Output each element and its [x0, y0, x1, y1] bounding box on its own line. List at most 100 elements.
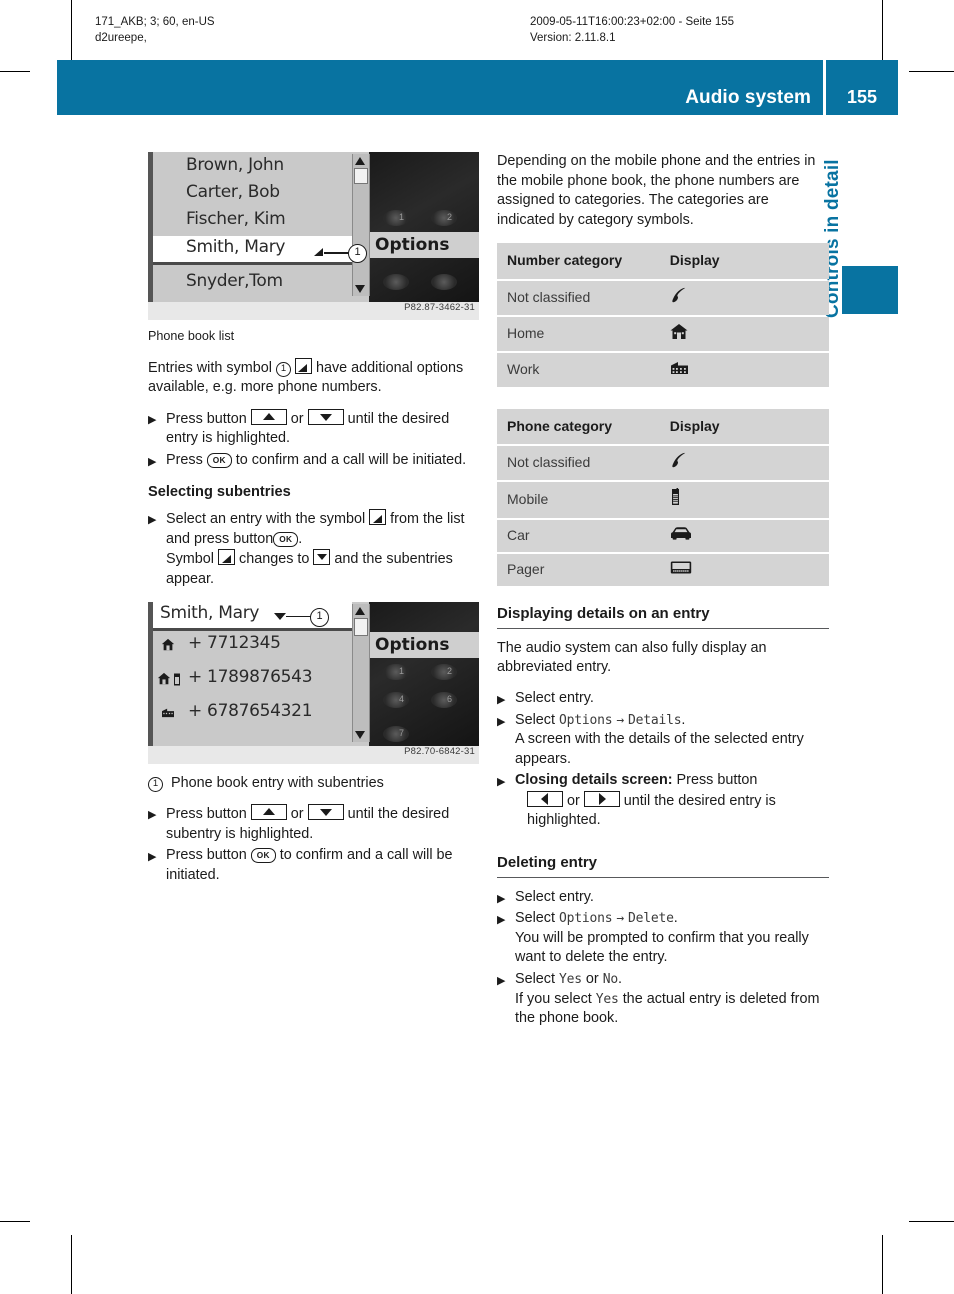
delete-step3-sub-part1: If you select — [515, 990, 592, 1007]
left-intro-paragraph: Entries with symbol 1 have additional op… — [148, 357, 480, 398]
list-item: ▶ Select Yes or No. If you select Yes th… — [497, 970, 829, 1029]
figure2-callout-circle: 1 — [310, 607, 329, 627]
figure1-callout-line — [324, 252, 350, 254]
delete-section-steps: ▶ Select entry. ▶ Select Options → Delet… — [497, 888, 829, 1029]
right-intro-paragraph: Depending on the mobile phone and the en… — [497, 153, 816, 228]
bullet-triangle-icon: ▶ — [148, 514, 157, 527]
up-button-icon — [250, 408, 287, 425]
subentry-step-part1: Select an entry with the symbol — [166, 511, 366, 528]
figure1-row[interactable]: Fischer, Kim — [186, 209, 286, 230]
delete-step2-prefix: Select — [515, 910, 555, 927]
delete-step3-or: or — [585, 971, 599, 988]
figure2-soft-key-num: 7 — [399, 727, 405, 738]
bullet-triangle-icon: ▶ — [497, 776, 506, 789]
figure2-soft-key-num: 6 — [447, 693, 453, 704]
step-text-part2: or — [290, 410, 304, 427]
subentry-step-part3: . — [298, 530, 303, 547]
subentry-sub-part2: changes to — [239, 551, 310, 568]
bullet-triangle-icon: ▶ — [148, 851, 157, 864]
office-building-icon — [670, 362, 688, 375]
handset-icon — [672, 453, 686, 468]
delete-section-heading: Deleting entry — [497, 853, 829, 878]
bullet-triangle-icon: ▶ — [148, 809, 157, 822]
car-icon — [670, 526, 691, 540]
down-button-icon — [307, 408, 344, 425]
scroll-down-arrow-icon[interactable] — [355, 730, 365, 739]
number-category-table: Number category Display Not classified H… — [497, 241, 829, 388]
scrollbar-thumb[interactable] — [354, 168, 368, 184]
page-title: Audio system — [685, 87, 811, 108]
up-button-icon — [250, 804, 287, 821]
left-steps-2: ▶ Press button or until the desired sube… — [148, 804, 480, 885]
scroll-up-arrow-icon[interactable] — [355, 157, 365, 165]
left-column: 1 2 Options Brown, John Carter, Bob Fisc… — [148, 152, 480, 888]
delete-step2-target: Delete — [628, 911, 674, 927]
details-section-steps: ▶ Select entry. ▶ Select Options → Detai… — [497, 689, 829, 831]
figure1-soft-key-dot — [383, 210, 409, 226]
figure1-row[interactable]: Carter, Bob — [186, 182, 280, 203]
right-button-icon — [583, 790, 620, 807]
delete-step3-yes: Yes — [559, 972, 582, 988]
header-band: Audio system — [57, 60, 823, 115]
list-item: ▶ Press button OK to confirm and a call … — [148, 846, 480, 885]
figure2-entry[interactable]: + 6787654321 — [188, 701, 313, 722]
subentry-step-subline: Symbol changes to and the subentries app… — [166, 549, 480, 589]
details-step3-part2: or — [567, 792, 580, 809]
left-subentries-steps: ▶ Select an entry with the symbol from t… — [148, 509, 480, 589]
details-step3-subline: or until the desired entry is highlighte… — [515, 790, 829, 831]
step-text-part2: to confirm and a call will be initiated. — [235, 451, 467, 468]
figure2-entry[interactable]: + 1789876543 — [188, 667, 313, 688]
figure1-row-selected-label[interactable]: Smith, Mary — [186, 237, 285, 258]
figure2-callout-line — [286, 615, 312, 618]
bullet-triangle-icon: ▶ — [497, 715, 506, 728]
figure1-soft-key-dot — [431, 210, 457, 226]
table-cell-label: Pager — [497, 553, 660, 587]
table-header-cell: Display — [659, 243, 829, 279]
details-step3-bold: Closing details screen: — [515, 772, 673, 789]
table-header-cell: Phone category — [497, 408, 660, 445]
figure2-soft-key-dot — [431, 691, 457, 708]
table-row: Not classified — [497, 280, 829, 315]
list-item: ▶ Select Options → Details. A screen wit… — [497, 711, 829, 770]
figure2-scrollbar[interactable] — [352, 603, 370, 742]
ok-button-icon: OK — [273, 531, 299, 547]
list-item: ▶ Select entry. — [497, 689, 829, 709]
figure1-row[interactable]: Snyder,Tom — [186, 271, 283, 292]
figure1-soft-key-dot — [431, 274, 457, 290]
figure1-soft-key-num: 1 — [399, 212, 405, 222]
details-step1: Select entry. — [515, 689, 594, 706]
scrollbar-thumb[interactable] — [354, 617, 368, 636]
table-cell-icon — [659, 481, 829, 518]
details-step2-sub: A screen with the details of the selecte… — [515, 731, 804, 767]
figure2-soft-key-dot — [431, 663, 457, 680]
list-item: ▶ Press OK to confirm and a call will be… — [148, 451, 480, 471]
print-header: 171_AKB; 3; 60, en-US d2ureepe, 2009-05-… — [0, 14, 954, 64]
table-cell-label: Car — [497, 519, 660, 552]
delete-step3-sub-yes: Yes — [595, 991, 619, 1007]
down-button-icon — [307, 804, 344, 821]
figure1-callout-circle: 1 — [348, 244, 367, 263]
figure1-row[interactable]: Brown, John — [186, 155, 284, 176]
step-text-part1: Press — [166, 451, 203, 468]
bullet-triangle-icon: ▶ — [497, 914, 506, 927]
figure2-options-bar: Options — [369, 631, 479, 658]
list-item: ▶ Press button or until the desired entr… — [148, 408, 480, 449]
left-button-icon — [527, 790, 563, 807]
table-cell-icon — [659, 316, 829, 352]
scroll-up-arrow-icon[interactable] — [355, 606, 365, 615]
details-step2-target: Details — [628, 712, 682, 728]
figure2-soft-key-num: 1 — [399, 665, 405, 676]
figure2-soft-key-dot — [383, 663, 409, 680]
step-text-part1: Press button — [166, 806, 247, 823]
figure2-entry[interactable]: + 7712345 — [188, 633, 281, 654]
figure1-scrollbar[interactable] — [352, 154, 370, 296]
list-item: ▶ Closing details screen: Press button o… — [497, 771, 829, 831]
crop-mark-top-left-h — [0, 71, 30, 72]
table-cell-icon — [659, 553, 829, 587]
figure2-title-row[interactable]: Smith, Mary — [160, 603, 259, 624]
mobile-phone-icon — [671, 487, 679, 505]
table-cell-label: Work — [497, 353, 660, 387]
step-text-part1: Press button — [166, 410, 247, 427]
scroll-down-arrow-icon[interactable] — [355, 285, 365, 293]
table-row: Work — [497, 353, 829, 387]
